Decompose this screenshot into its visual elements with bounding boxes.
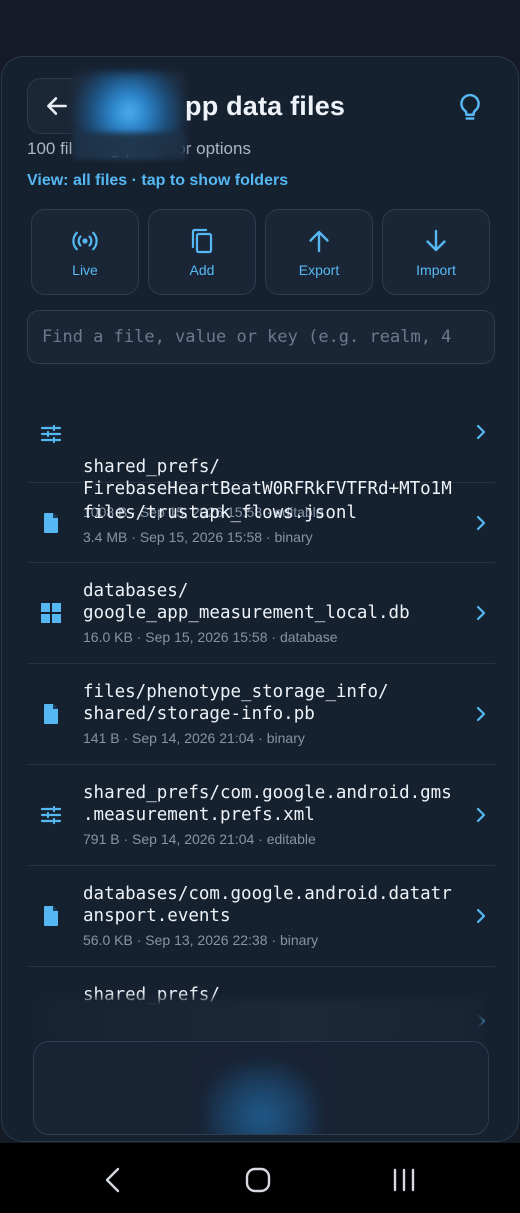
top-bar: pp data files — [27, 72, 497, 156]
add-button[interactable]: Add — [148, 209, 256, 295]
page-title: pp data files — [185, 91, 346, 121]
file-size: 56.0 KB — [83, 932, 133, 948]
chevron-right-icon — [476, 424, 486, 440]
nav-home-icon[interactable] — [243, 1165, 273, 1195]
status-bar — [0, 0, 520, 56]
redacted-blur — [204, 1062, 320, 1134]
live-label: Live — [72, 262, 98, 278]
file-date: Sep 13, 2026 22:38 — [145, 932, 268, 948]
list-item[interactable]: databases/ google_app_measurement_local.… — [27, 563, 495, 664]
file-size: 3.4 MB — [83, 529, 128, 545]
bottom-panel[interactable] — [33, 1041, 489, 1135]
redacted-blur — [38, 999, 484, 1045]
file-icon — [44, 704, 58, 724]
grid-icon — [41, 603, 61, 623]
app-data-files-sheet: pp data files 100 fil · long-press for o… — [1, 56, 519, 1142]
chevron-right-icon — [476, 807, 486, 823]
live-button[interactable]: Live — [31, 209, 139, 295]
arrow-left-icon — [47, 97, 67, 115]
file-kind: editable — [266, 831, 316, 847]
file-name: databases/ google_app_measurement_local.… — [83, 581, 410, 623]
file-icon — [44, 906, 58, 926]
nav-back-icon[interactable] — [98, 1165, 128, 1195]
nav-recents-icon[interactable] — [389, 1165, 419, 1195]
file-date: Sep 14, 2026 21:04 — [132, 831, 255, 847]
lightbulb-icon[interactable] — [455, 92, 485, 124]
list-item[interactable]: files/phenotype_storage_info/ shared/sto… — [27, 664, 495, 765]
list-item[interactable]: shared_prefs/ FirebaseHeartBeatW0RFRkFVT… — [27, 382, 495, 520]
list-item[interactable]: databases/com.google.android.datatr ansp… — [27, 866, 495, 967]
file-size: 791 B — [83, 831, 120, 847]
file-meta: 16.0 KB · Sep 15, 2026 15:58 · database — [83, 629, 338, 645]
file-size: 16.0 KB — [83, 629, 133, 645]
file-name: databases/com.google.android.datatr ansp… — [83, 884, 452, 926]
export-button[interactable]: Export — [265, 209, 373, 295]
redacted-blur — [74, 133, 186, 159]
file-meta: 141 B · Sep 14, 2026 21:04 · binary — [83, 730, 305, 746]
file-name: shared_prefs/com.google.android.gms .mea… — [83, 783, 452, 825]
view-toggle-link[interactable]: View: all files · tap to show folders — [27, 172, 288, 190]
search-field — [27, 310, 495, 364]
file-kind: database — [279, 629, 338, 645]
file-name: files/trustapk_flows.jsonl — [83, 503, 357, 523]
file-size: 141 B — [83, 730, 120, 746]
broadcast-icon — [72, 231, 98, 251]
file-kind: binary — [274, 529, 313, 545]
tune-icon — [40, 805, 62, 825]
list-item[interactable]: shared_prefs/com.google.android.gms .mea… — [27, 765, 495, 866]
file-date: Sep 15, 2026 15:58 — [145, 629, 268, 645]
file-date: Sep 15, 2026 15:58 — [139, 529, 263, 545]
list-item[interactable]: files/trustapk_flows.jsonl 3.4 MB · Sep … — [27, 483, 495, 563]
chevron-right-icon — [476, 605, 486, 621]
import-label: Import — [416, 262, 456, 278]
add-label: Add — [189, 262, 215, 278]
file-name: files/phenotype_storage_info/ shared/sto… — [83, 682, 389, 724]
search-input[interactable] — [28, 311, 494, 363]
chevron-right-icon — [476, 908, 486, 924]
import-button[interactable]: Import — [382, 209, 490, 295]
chevron-right-icon — [476, 706, 486, 722]
file-icon — [44, 513, 58, 533]
file-meta: 3.4 MB · Sep 15, 2026 15:58 · binary — [83, 529, 313, 545]
arrow-down-icon — [426, 229, 446, 252]
system-nav-bar — [0, 1143, 520, 1213]
file-kind: binary — [279, 932, 319, 948]
file-kind: binary — [266, 730, 305, 746]
tune-icon — [40, 424, 62, 444]
file-meta: 56.0 KB · Sep 13, 2026 22:38 · binary — [83, 932, 319, 948]
arrow-up-icon — [309, 230, 329, 253]
chevron-right-icon — [476, 515, 486, 531]
file-meta: 791 B · Sep 14, 2026 21:04 · editable — [83, 831, 316, 847]
copy-icon — [191, 228, 213, 254]
action-buttons: Live Add Export Import — [31, 209, 492, 295]
export-label: Export — [298, 262, 340, 278]
file-date: Sep 14, 2026 21:04 — [132, 730, 255, 746]
